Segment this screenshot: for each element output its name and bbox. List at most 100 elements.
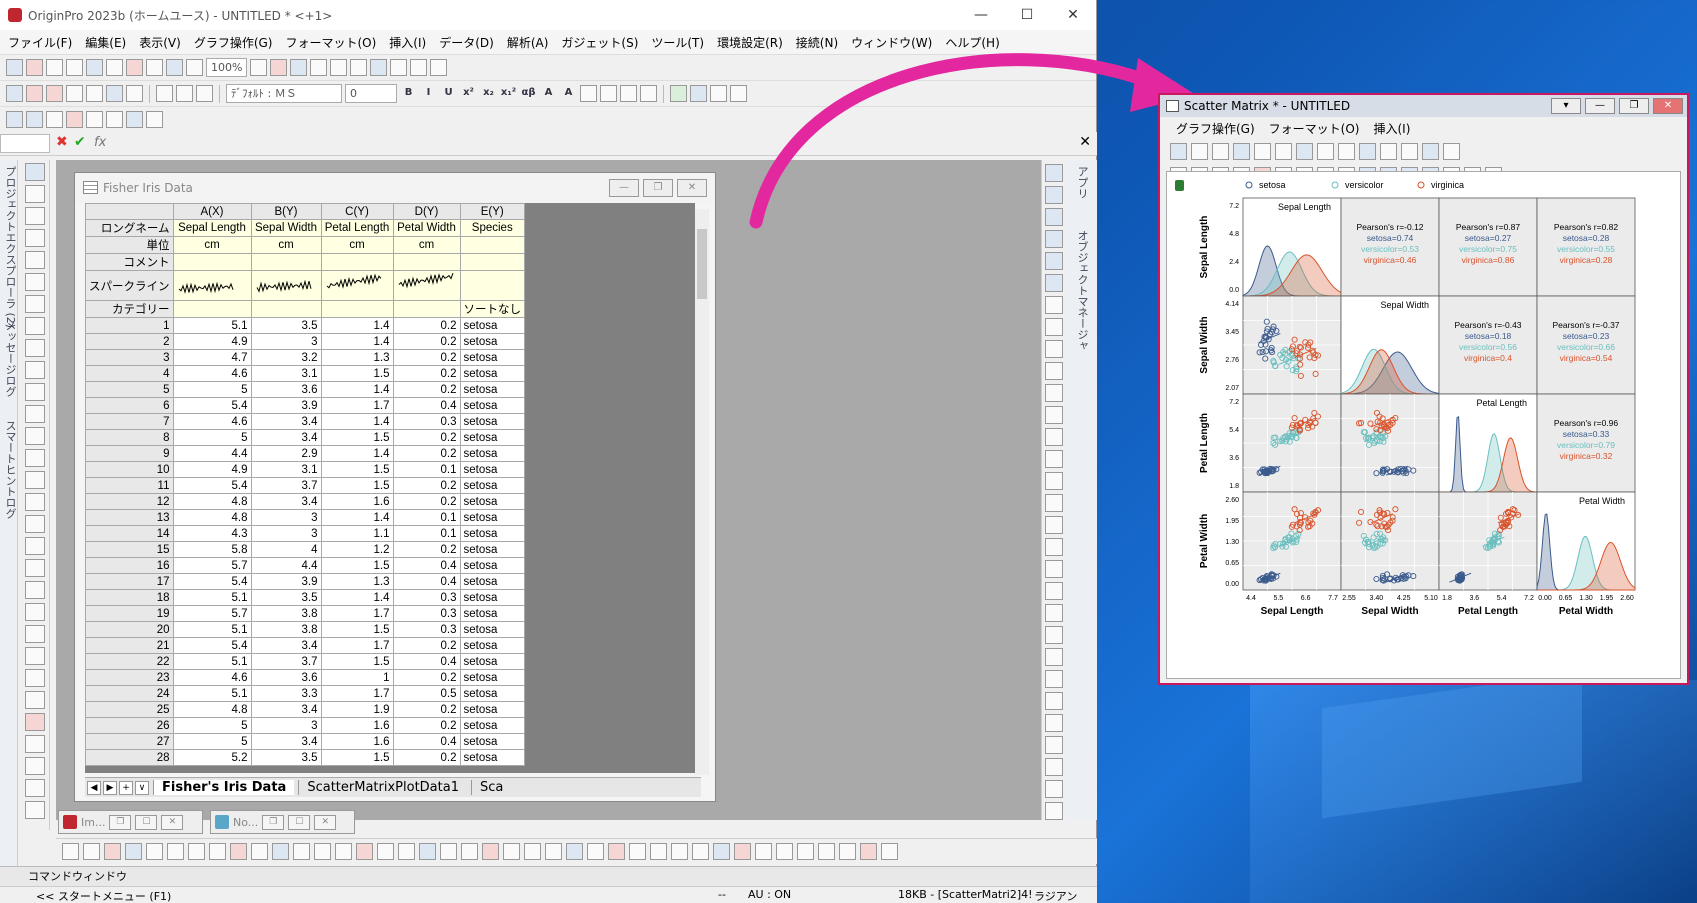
- legend-label: virginica: [1431, 180, 1464, 190]
- x-axis-label: Sepal Width: [1361, 606, 1418, 617]
- graph-tool-icon[interactable]: [1212, 142, 1229, 160]
- virginica-r: virginica=0.28: [1560, 255, 1613, 265]
- x-tick-label: 4.4: [1246, 595, 1256, 602]
- x-tick-label: 3.6: [1469, 595, 1479, 602]
- pearson-r: Pearson's r=-0.43: [1454, 320, 1521, 330]
- x-tick-label: 5.5: [1273, 595, 1283, 602]
- graph-tool-icon[interactable]: [1359, 142, 1376, 160]
- x-tick-label: 3.40: [1370, 595, 1384, 602]
- legend-label: versicolor: [1345, 180, 1384, 190]
- x-tick-label: 2.60: [1620, 595, 1634, 602]
- versicolor-r: versicolor=0.55: [1557, 244, 1615, 254]
- legend-marker: [1331, 181, 1339, 189]
- scatter-matrix-title: Scatter Matrix * - UNTITLED: [1184, 99, 1351, 113]
- graph-tool-icon[interactable]: [1401, 142, 1418, 160]
- graph-tool-icon[interactable]: [1254, 142, 1271, 160]
- y-tick-label: 4.8: [1229, 231, 1239, 238]
- x-tick-label: 6.6: [1301, 595, 1311, 602]
- setosa-r: setosa=0.74: [1367, 233, 1414, 243]
- matrix-cell[interactable]: [1438, 491, 1538, 591]
- x-tick-label: 1.8: [1442, 595, 1452, 602]
- x-tick-label: 2.55: [1342, 595, 1356, 602]
- diagonal-label: Sepal Width: [1380, 300, 1429, 310]
- graph-menu-item[interactable]: フォーマット(O): [1269, 120, 1360, 137]
- virginica-r: virginica=0.46: [1364, 255, 1417, 265]
- graph-menu-bar: グラフ操作(G) フォーマット(O) 挿入(I): [1160, 117, 1687, 139]
- graph-close-button[interactable]: ✕: [1653, 98, 1683, 114]
- graph-tool-icon[interactable]: [1233, 142, 1250, 160]
- setosa-r: setosa=0.33: [1563, 429, 1610, 439]
- graph-tool-icon[interactable]: [1443, 142, 1460, 160]
- graph-tool-icon[interactable]: [1338, 142, 1355, 160]
- matrix-cell[interactable]: Petal Width: [1536, 491, 1636, 591]
- x-tick-label: 1.95: [1600, 595, 1614, 602]
- graph-tool-icon[interactable]: [1317, 142, 1334, 160]
- graph-tool-icon[interactable]: [1380, 142, 1397, 160]
- virginica-r: virginica=0.4: [1464, 353, 1512, 363]
- versicolor-r: versicolor=0.66: [1557, 342, 1615, 352]
- graph-window-controls: ▾ — ❐ ✕: [1551, 98, 1683, 114]
- y-axis-label: Petal Length: [1199, 413, 1210, 473]
- virginica-r: virginica=0.86: [1462, 255, 1515, 265]
- arrow-shaft: [749, 53, 1152, 229]
- graph-minimize-button[interactable]: —: [1585, 98, 1615, 114]
- y-tick-label: 2.76: [1225, 357, 1239, 364]
- y-tick-label: 1.30: [1225, 539, 1239, 546]
- y-tick-label: 1.8: [1229, 483, 1239, 490]
- versicolor-r: versicolor=0.53: [1361, 244, 1419, 254]
- matrix-cell[interactable]: [1340, 491, 1440, 591]
- y-tick-label: 0.65: [1225, 560, 1239, 567]
- graph-restore-button[interactable]: ❐: [1619, 98, 1649, 114]
- y-tick-label: 2.60: [1225, 497, 1239, 504]
- diagonal-label: Petal Length: [1476, 398, 1527, 408]
- pearson-r: Pearson's r=-0.37: [1552, 320, 1619, 330]
- x-tick-label: 0.00: [1538, 595, 1552, 602]
- y-tick-label: 3.45: [1225, 329, 1239, 336]
- x-tick-label: 4.25: [1397, 595, 1411, 602]
- lock-icon[interactable]: [1175, 180, 1184, 191]
- graph-tool-icon[interactable]: [1170, 142, 1187, 160]
- matrix-cell[interactable]: Sepal Length: [1242, 197, 1342, 297]
- matrix-cell[interactable]: Petal Length: [1438, 393, 1538, 493]
- x-tick-label: 1.30: [1579, 595, 1593, 602]
- y-axis-label: Sepal Width: [1199, 316, 1210, 373]
- y-axis-label: Petal Width: [1199, 514, 1210, 568]
- y-tick-label: 5.4: [1229, 427, 1239, 434]
- setosa-r: setosa=0.18: [1465, 331, 1512, 341]
- scatter-matrix-plot[interactable]: setosa versicolor virginica Sepal Length Sep…: [1167, 172, 1680, 678]
- legend-marker: [1417, 181, 1425, 189]
- pearson-r: Pearson's r=0.96: [1554, 418, 1619, 428]
- y-tick-label: 4.14: [1225, 301, 1239, 308]
- scatter-matrix-title-bar: Scatter Matrix * - UNTITLED ▾ — ❐ ✕: [1160, 95, 1687, 117]
- matrix-cell[interactable]: [1242, 393, 1342, 493]
- graph-tool-icon[interactable]: [1275, 142, 1292, 160]
- graph-tool-icon[interactable]: [1191, 142, 1208, 160]
- y-tick-label: 7.2: [1229, 203, 1239, 210]
- x-axis-label: Sepal Length: [1261, 606, 1324, 617]
- legend-label: setosa: [1259, 180, 1286, 190]
- setosa-r: setosa=0.23: [1563, 331, 1610, 341]
- virginica-r: virginica=0.32: [1560, 451, 1613, 461]
- versicolor-r: versicolor=0.56: [1459, 342, 1517, 352]
- graph-menu-item[interactable]: 挿入(I): [1373, 120, 1410, 137]
- graph-tool-icon[interactable]: [1422, 142, 1439, 160]
- graph-tool-icon[interactable]: [1296, 142, 1313, 160]
- pin-button[interactable]: ▾: [1551, 98, 1581, 114]
- scatter-matrix-window: Scatter Matrix * - UNTITLED ▾ — ❐ ✕ グラフ操…: [1158, 93, 1689, 685]
- diagonal-label: Sepal Length: [1278, 202, 1331, 212]
- matrix-cell[interactable]: [1242, 295, 1342, 395]
- graph-menu-item[interactable]: グラフ操作(G): [1176, 120, 1255, 137]
- matrix-cell[interactable]: [1242, 491, 1342, 591]
- diagonal-label: Petal Width: [1579, 496, 1625, 506]
- pearson-r: Pearson's r=-0.12: [1356, 222, 1423, 232]
- setosa-r: setosa=0.27: [1465, 233, 1512, 243]
- x-tick-label: 7.7: [1328, 595, 1338, 602]
- matrix-cell[interactable]: [1340, 393, 1440, 493]
- y-tick-label: 3.6: [1229, 455, 1239, 462]
- matrix-cell[interactable]: Sepal Width: [1340, 295, 1440, 395]
- y-tick-label: 0.00: [1225, 581, 1239, 588]
- versicolor-r: versicolor=0.75: [1459, 244, 1517, 254]
- x-axis-label: Petal Length: [1458, 606, 1518, 617]
- y-tick-label: 2.4: [1229, 259, 1239, 266]
- y-axis-label: Sepal Length: [1199, 216, 1210, 279]
